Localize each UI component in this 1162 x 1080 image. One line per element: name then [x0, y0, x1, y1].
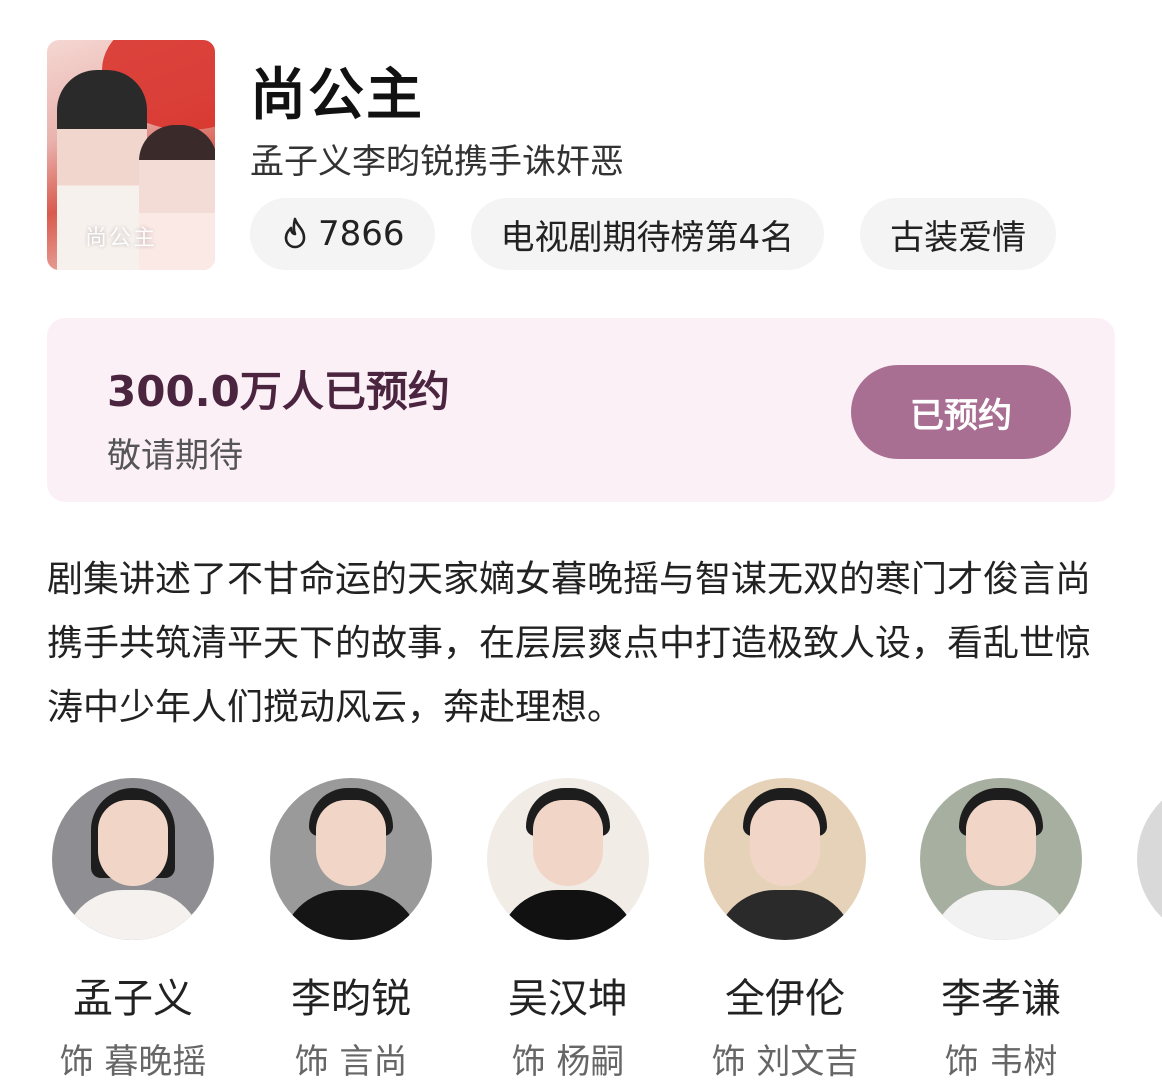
reservation-card: 300.0万人已预约 敬请期待 已预约 [47, 318, 1115, 502]
avatar-face [966, 800, 1036, 886]
avatar-outfit [931, 890, 1071, 940]
cast-role: 饰 暮晚摇 [59, 1042, 207, 1080]
avatar-face [98, 800, 168, 886]
cast-avatar [1137, 778, 1162, 940]
heat-value: 7866 [318, 214, 405, 254]
show-title: 尚公主 [250, 63, 424, 128]
show-description: 剧集讲述了不甘命运的天家嫡女暮晚摇与智谋无双的寒门才俊言尚携手共筑清平天下的故事… [47, 559, 1092, 728]
cast-list: 孟子义 饰 暮晚摇 李昀锐 饰 言尚 吴汉坤 饰 杨嗣 全伊伦 饰 刘文吉 李孝… [0, 778, 1162, 1080]
cast-name: 李孝谦 [941, 976, 1061, 1022]
cast-member[interactable]: 吴汉坤 饰 杨嗣 [478, 778, 658, 1080]
genre-label: 古装爱情 [890, 217, 1027, 258]
cast-member[interactable]: 孟子义 饰 暮晚摇 [43, 778, 223, 1080]
cast-role: 饰 韦树 [944, 1042, 1058, 1080]
cast-member[interactable]: 全伊伦 饰 刘文吉 [695, 778, 875, 1080]
cast-member[interactable]: 李孝谦 饰 韦树 [911, 778, 1091, 1080]
show-poster[interactable]: 尚公主 [47, 40, 215, 270]
cast-avatar [270, 778, 432, 940]
cast-role: 饰 刘文吉 [711, 1042, 859, 1080]
cast-role: 饰 杨嗣 [511, 1042, 625, 1080]
poster-title: 尚公主 [85, 226, 158, 251]
avatar-outfit [281, 890, 421, 940]
avatar-face [750, 800, 820, 886]
cast-name: 吴汉坤 [508, 976, 628, 1022]
cast-member[interactable]: 李昀锐 饰 言尚 [261, 778, 441, 1080]
show-subtitle: 孟子义李昀锐携手诛奸恶 [250, 142, 624, 182]
cast-avatar [487, 778, 649, 940]
cast-avatar [920, 778, 1082, 940]
reservation-count: 300.0万人已预约 [107, 367, 450, 416]
genre-tag[interactable]: 古装爱情 [860, 198, 1057, 270]
avatar-outfit [63, 890, 203, 940]
cast-name: 李昀锐 [291, 976, 411, 1022]
cast-role: 饰 言尚 [294, 1042, 408, 1080]
rank-label: 电视剧期待榜第4名 [500, 217, 795, 258]
cast-member-partial[interactable] [1128, 778, 1162, 940]
flame-icon [284, 217, 306, 249]
avatar-face [533, 800, 603, 886]
cast-name: 孟子义 [73, 976, 193, 1022]
avatar-face [316, 800, 386, 886]
tag-row: 7866 电视剧期待榜第4名 古装爱情 [250, 198, 1057, 270]
reservation-hint: 敬请期待 [107, 436, 243, 476]
cast-name: 全伊伦 [725, 976, 845, 1022]
heat-tag[interactable]: 7866 [250, 198, 435, 270]
reserved-button[interactable]: 已预约 [851, 365, 1071, 459]
avatar-outfit [715, 890, 855, 940]
avatar-outfit [498, 890, 638, 940]
cast-avatar [704, 778, 866, 940]
rank-tag[interactable]: 电视剧期待榜第4名 [470, 198, 825, 270]
cast-avatar [52, 778, 214, 940]
